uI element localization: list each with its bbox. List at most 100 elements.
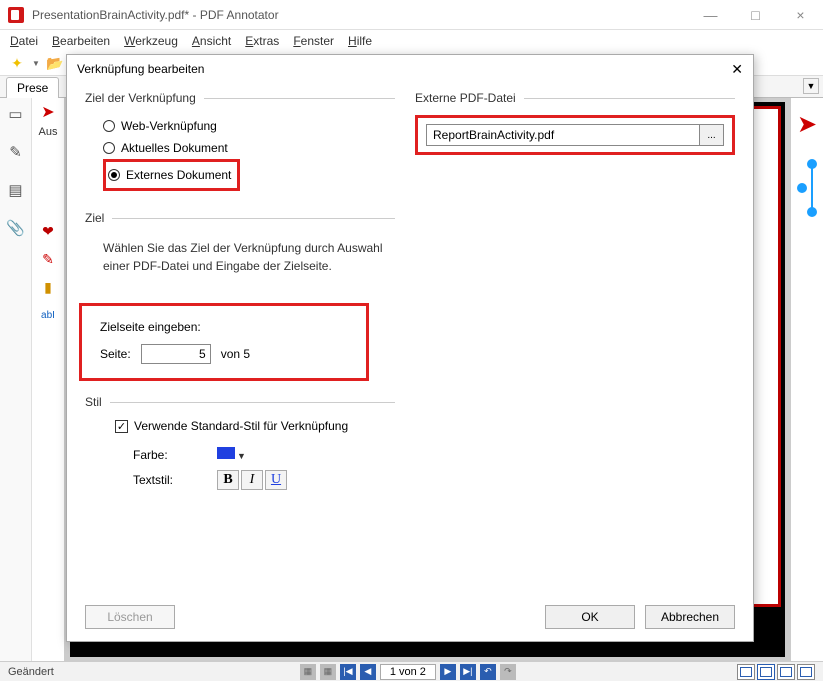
radio-external-label: Externes Dokument [126, 168, 231, 182]
edit-link-dialog: Verknüpfung bearbeiten ✕ Ziel der Verknü… [66, 54, 754, 642]
radio-current-document[interactable]: Aktuelles Dokument [103, 137, 395, 159]
color-picker[interactable]: ▼ [217, 447, 246, 462]
italic-button[interactable]: I [241, 470, 263, 490]
app-icon [8, 7, 24, 23]
use-default-style-label: Verwende Standard-Stil für Verknüpfung [134, 419, 348, 433]
titlebar: PresentationBrainActivity.pdf* - PDF Ann… [0, 0, 823, 30]
cursor-tool-icon[interactable]: ➤ [41, 102, 54, 122]
radio-external-highlight: Externes Dokument [103, 159, 240, 191]
left-sidebar: ▭ ✎ ▤ 📎 [0, 98, 32, 661]
pen-icon[interactable]: ✎ [6, 142, 26, 162]
nav-first-button[interactable]: |◀ [340, 664, 356, 680]
minimize-button[interactable]: — [688, 0, 733, 30]
page-number-field[interactable] [380, 664, 436, 680]
dialog-left-column: Ziel der Verknüpfung Web-Verknüpfung Akt… [85, 91, 395, 498]
link-tool-icon[interactable] [797, 159, 817, 219]
menu-edit[interactable]: Bearbeiten [52, 34, 110, 48]
page-navigation: ▦ ▦ |◀ ◀ ▶ ▶| ↶ ↷ [300, 664, 516, 680]
pencil-icon[interactable]: ✎ [39, 250, 57, 268]
window-controls: — □ × [688, 0, 823, 30]
dialog-close-button[interactable]: ✕ [731, 61, 743, 78]
tab-label: Prese [17, 81, 48, 95]
view-two-page-button[interactable] [777, 664, 795, 680]
color-row: Farbe: ▼ [133, 447, 395, 462]
dialog-titlebar: Verknüpfung bearbeiten ✕ [67, 55, 753, 83]
view-two-continuous-button[interactable] [797, 664, 815, 680]
bold-button[interactable]: B [217, 470, 239, 490]
open-folder-icon[interactable]: 📂 [46, 55, 64, 73]
radio-web-label: Web-Verknüpfung [121, 119, 217, 133]
external-file-input[interactable] [426, 124, 700, 146]
page-icon[interactable]: ▭ [6, 104, 26, 124]
tab-dropdown[interactable]: ▼ [803, 78, 819, 94]
highlight-icon[interactable]: ▮ [39, 278, 57, 296]
pointer-tool-icon[interactable]: ➤ [797, 110, 817, 139]
textstyle-buttons: B I U [217, 470, 287, 490]
ziel-section-label: Ziel [85, 211, 395, 225]
textstyle-row: Textstil: B I U [133, 470, 395, 490]
dialog-body: Ziel der Verknüpfung Web-Verknüpfung Akt… [67, 83, 753, 498]
nav-last-button[interactable]: ▶| [460, 664, 476, 680]
divider [524, 98, 735, 99]
delete-button[interactable]: Löschen [85, 605, 175, 629]
nav-next-button[interactable]: ▶ [440, 664, 456, 680]
nav-forward-button[interactable]: ↷ [500, 664, 516, 680]
cancel-button[interactable]: Abbrechen [645, 605, 735, 629]
nav-thumb2-icon[interactable]: ▦ [320, 664, 336, 680]
target-page-input[interactable] [141, 344, 211, 364]
menu-view[interactable]: Ansicht [192, 34, 231, 48]
underline-button[interactable]: U [265, 470, 287, 490]
attach-icon[interactable]: 📎 [6, 218, 26, 238]
menu-tool[interactable]: Werkzeug [124, 34, 178, 48]
link-target-section-text: Ziel der Verknüpfung [85, 91, 196, 105]
new-doc-dropdown[interactable]: ▼ [32, 59, 40, 68]
external-file-section-label: Externe PDF-Datei [415, 91, 735, 105]
menu-help[interactable]: Hilfe [348, 34, 372, 48]
maximize-button[interactable]: □ [733, 0, 778, 30]
dialog-footer: Löschen OK Abbrechen [85, 605, 735, 629]
link-target-section-label: Ziel der Verknüpfung [85, 91, 395, 105]
browse-button[interactable]: ... [700, 124, 724, 146]
dialog-title-text: Verknüpfung bearbeiten [77, 62, 204, 76]
view-single-button[interactable] [737, 664, 755, 680]
external-file-highlight: ... [415, 115, 735, 155]
textstyle-label: Textstil: [133, 473, 203, 487]
menu-file[interactable]: Datei [10, 34, 38, 48]
stil-section-text: Stil [85, 395, 102, 409]
close-button[interactable]: × [778, 0, 823, 30]
heart-icon[interactable]: ❤ [39, 222, 57, 240]
nav-prev-button[interactable]: ◀ [360, 664, 376, 680]
modified-indicator: Geändert [8, 666, 54, 678]
document-tab[interactable]: Prese [6, 77, 59, 98]
menu-extras[interactable]: Extras [245, 34, 279, 48]
divider [112, 218, 395, 219]
window-title: PresentationBrainActivity.pdf* - PDF Ann… [32, 8, 279, 22]
target-page-highlight: Zielseite eingeben: Seite: von 5 [79, 303, 369, 381]
view-continuous-button[interactable] [757, 664, 775, 680]
text-tool-icon[interactable]: abI [39, 306, 57, 324]
page-label: Seite: [100, 347, 131, 361]
palette-icons: ❤ ✎ ▮ abI [39, 222, 57, 324]
radio-icon [103, 120, 115, 132]
menubar: Datei Bearbeiten Werkzeug Ansicht Extras… [0, 30, 823, 52]
note-icon[interactable]: ▤ [6, 180, 26, 200]
link-target-radio-group: Web-Verknüpfung Aktuelles Dokument Exter… [85, 115, 395, 191]
menu-window[interactable]: Fenster [293, 34, 334, 48]
right-sidebar: ➤ [791, 98, 823, 661]
nav-thumb1-icon[interactable]: ▦ [300, 664, 316, 680]
external-file-section-text: Externe PDF-Datei [415, 91, 516, 105]
radio-external-document[interactable]: Externes Dokument [108, 164, 231, 186]
checkbox-icon: ✓ [115, 420, 128, 433]
ok-button[interactable]: OK [545, 605, 635, 629]
radio-web-link[interactable]: Web-Verknüpfung [103, 115, 395, 137]
divider [110, 402, 395, 403]
use-default-style-checkbox[interactable]: ✓ Verwende Standard-Stil für Verknüpfung [115, 419, 395, 433]
radio-icon [103, 142, 115, 154]
page-total-label: von 5 [221, 347, 250, 361]
target-page-label: Zielseite eingeben: [100, 320, 348, 334]
color-swatch [217, 447, 235, 459]
nav-back-button[interactable]: ↶ [480, 664, 496, 680]
radio-current-label: Aktuelles Dokument [121, 141, 228, 155]
new-doc-icon[interactable]: ✦ [8, 55, 26, 73]
radio-icon [108, 169, 120, 181]
